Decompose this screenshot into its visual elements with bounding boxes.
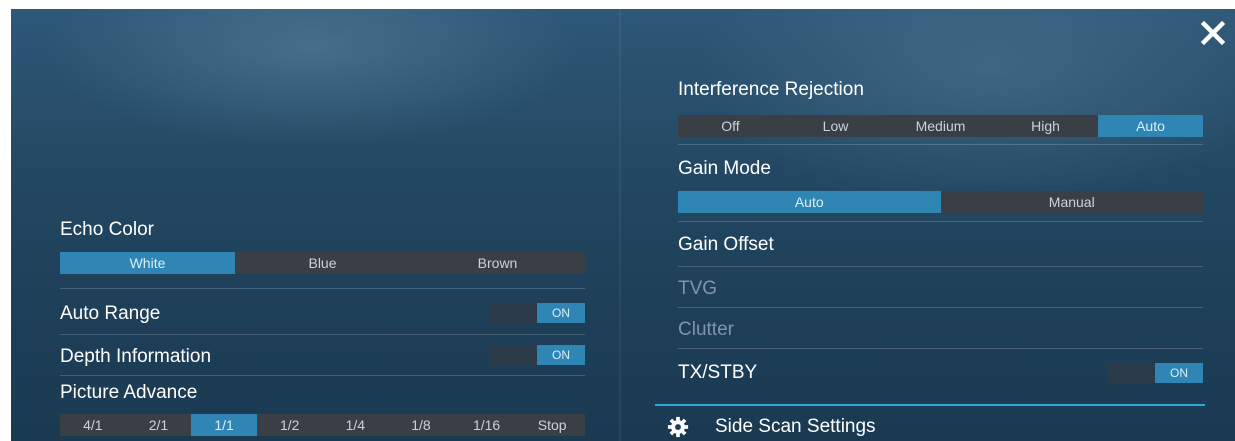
echo-color-label: Echo Color — [60, 219, 154, 240]
side-scan-settings-label: Side Scan Settings — [715, 416, 876, 437]
toggle-on-indicator: ON — [537, 303, 585, 323]
picture-advance-option-1-2[interactable]: 1/2 — [257, 414, 323, 436]
divider — [60, 334, 585, 335]
gain-mode-selector: Auto Manual — [678, 191, 1203, 213]
auto-range-label: Auto Range — [60, 303, 161, 324]
interference-rejection-option-auto[interactable]: Auto — [1098, 115, 1203, 137]
interference-rejection-option-off[interactable]: Off — [678, 115, 783, 137]
picture-advance-option-1-8[interactable]: 1/8 — [388, 414, 454, 436]
side-scan-settings-screen: Echo Color White Blue Brown Auto Range O… — [11, 9, 1235, 441]
toggle-on-indicator: ON — [537, 345, 585, 365]
gain-mode-option-manual[interactable]: Manual — [941, 191, 1204, 213]
divider — [678, 144, 1203, 145]
background-divider — [619, 9, 621, 441]
divider — [60, 375, 585, 376]
gain-mode-label: Gain Mode — [678, 158, 771, 179]
echo-color-option-brown[interactable]: Brown — [410, 252, 585, 274]
tvg-label: TVG — [678, 278, 718, 299]
divider — [60, 288, 585, 289]
toggle-off-side — [489, 303, 537, 323]
tx-stby-label: TX/STBY — [678, 362, 758, 383]
toggle-on-indicator: ON — [1155, 363, 1203, 383]
tx-stby-toggle[interactable]: ON — [1107, 363, 1203, 383]
clutter-label: Clutter — [678, 319, 734, 340]
picture-advance-option-2-1[interactable]: 2/1 — [126, 414, 192, 436]
interference-rejection-label: Interference Rejection — [678, 79, 864, 100]
picture-advance-option-1-16[interactable]: 1/16 — [454, 414, 520, 436]
footer-accent-line — [655, 404, 1205, 406]
gain-mode-option-auto[interactable]: Auto — [678, 191, 941, 213]
picture-advance-option-4-1[interactable]: 4/1 — [60, 414, 126, 436]
interference-rejection-selector: Off Low Medium High Auto — [678, 115, 1203, 137]
auto-range-toggle[interactable]: ON — [489, 303, 585, 323]
close-button[interactable] — [1200, 20, 1226, 46]
depth-information-label: Depth Information — [60, 346, 212, 367]
gear-icon — [667, 416, 689, 438]
divider — [678, 307, 1203, 308]
picture-advance-option-1-1[interactable]: 1/1 — [191, 414, 257, 436]
toggle-off-side — [1107, 363, 1155, 383]
divider — [678, 348, 1203, 349]
toggle-off-side — [489, 345, 537, 365]
interference-rejection-option-low[interactable]: Low — [783, 115, 888, 137]
gain-offset-label[interactable]: Gain Offset — [678, 230, 774, 260]
picture-advance-label: Picture Advance — [60, 382, 198, 403]
divider — [678, 221, 1203, 222]
picture-advance-option-stop[interactable]: Stop — [519, 414, 585, 436]
divider — [678, 266, 1203, 267]
picture-advance-option-1-4[interactable]: 1/4 — [323, 414, 389, 436]
close-icon — [1200, 20, 1226, 46]
depth-information-toggle[interactable]: ON — [489, 345, 585, 365]
side-scan-settings-link[interactable]: Side Scan Settings — [667, 413, 876, 441]
picture-advance-selector: 4/1 2/1 1/1 1/2 1/4 1/8 1/16 Stop — [60, 414, 585, 436]
interference-rejection-option-high[interactable]: High — [993, 115, 1098, 137]
echo-color-selector: White Blue Brown — [60, 252, 585, 274]
echo-color-option-white[interactable]: White — [60, 252, 235, 274]
interference-rejection-option-medium[interactable]: Medium — [888, 115, 993, 137]
echo-color-option-blue[interactable]: Blue — [235, 252, 410, 274]
